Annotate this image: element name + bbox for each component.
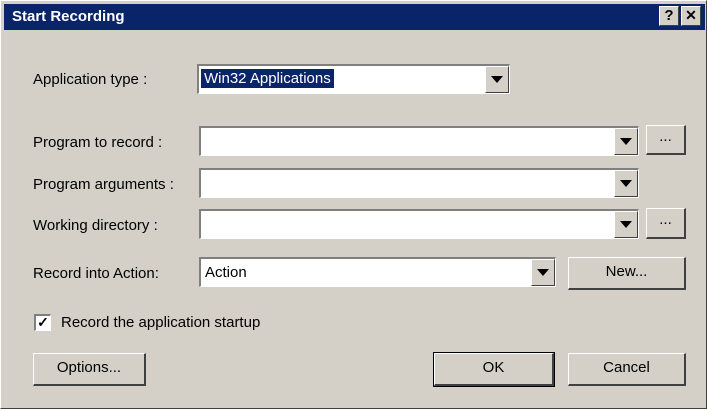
program-to-record-input[interactable] — [199, 126, 639, 156]
window-title: Start Recording — [12, 8, 125, 25]
chevron-down-icon[interactable] — [531, 259, 555, 286]
program-to-record-label: Program to record : — [33, 134, 163, 151]
record-into-action-value: Action — [205, 264, 247, 281]
record-into-action-select[interactable]: Action — [199, 257, 556, 287]
working-directory-input[interactable] — [199, 209, 639, 239]
browse-directory-button[interactable]: ... — [646, 208, 686, 239]
chevron-down-icon[interactable] — [485, 66, 509, 93]
chevron-down-icon[interactable] — [614, 211, 638, 238]
record-startup-checkbox[interactable]: ✓ — [34, 314, 51, 331]
help-button[interactable]: ? — [659, 6, 679, 26]
close-button[interactable]: ✕ — [681, 6, 701, 26]
options-button[interactable]: Options... — [33, 353, 146, 386]
record-startup-label[interactable]: Record the application startup — [61, 314, 260, 331]
start-recording-dialog: Start Recording ? ✕ Application type : W… — [0, 0, 707, 409]
working-directory-label: Working directory : — [33, 217, 158, 234]
application-type-select[interactable]: Win32 Applications — [197, 64, 510, 94]
program-arguments-input[interactable] — [199, 168, 639, 198]
cancel-button[interactable]: Cancel — [568, 353, 686, 386]
application-type-label: Application type : — [33, 71, 148, 88]
title-bar[interactable]: Start Recording ? ✕ — [4, 4, 705, 30]
program-arguments-label: Program arguments : — [33, 176, 174, 193]
chevron-down-icon[interactable] — [614, 170, 638, 197]
new-action-button[interactable]: New... — [568, 257, 686, 290]
chevron-down-icon[interactable] — [614, 128, 638, 155]
ok-button[interactable]: OK — [433, 352, 555, 387]
application-type-value: Win32 Applications — [201, 69, 334, 88]
browse-program-button[interactable]: ... — [646, 125, 686, 155]
record-into-action-label: Record into Action: — [33, 265, 159, 282]
